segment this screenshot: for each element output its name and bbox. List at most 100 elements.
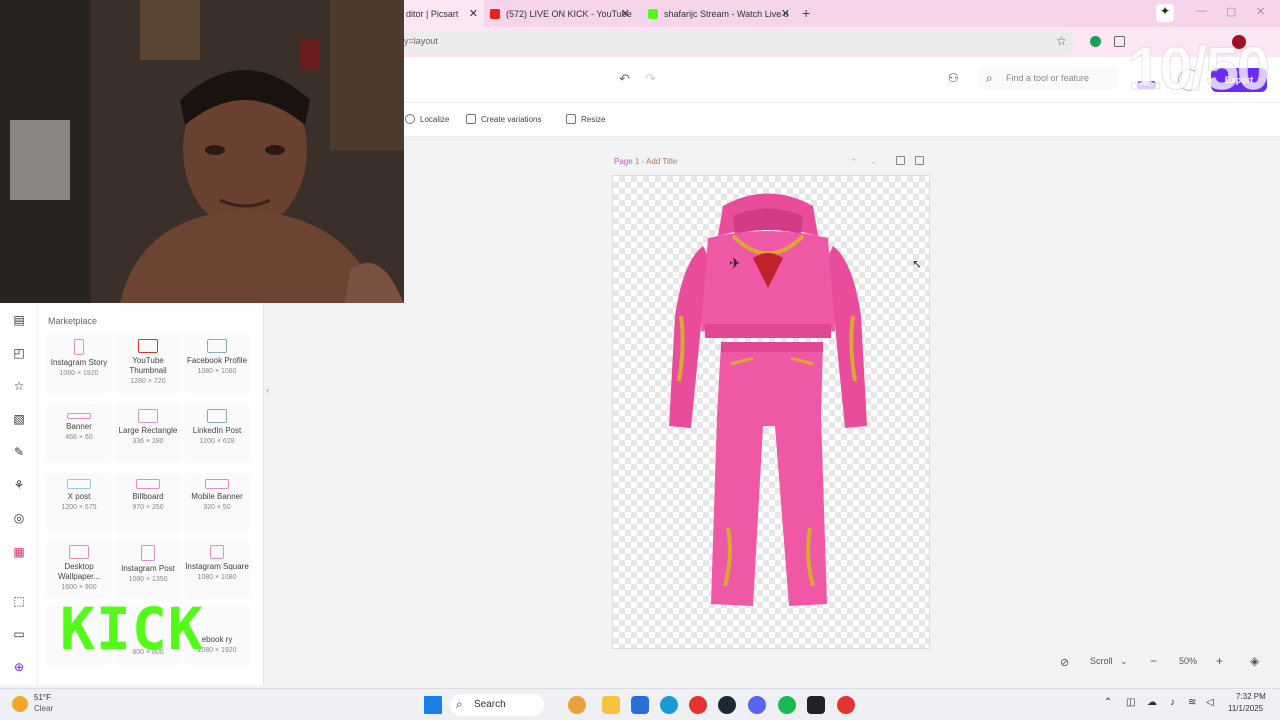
template-card[interactable]: Mobile Banner 320 × 50 (184, 473, 250, 533)
template-dimensions: 320 × 50 (203, 504, 231, 511)
app-icon[interactable] (807, 696, 825, 714)
extension-icon[interactable] (1114, 36, 1125, 47)
onedrive-icon[interactable]: ☁ (1147, 697, 1157, 708)
scroll-mode-select[interactable]: Scroll (1090, 656, 1113, 666)
start-icon[interactable] (424, 696, 442, 714)
template-dimensions: 1200 × 675 (61, 504, 97, 511)
chrome-icon[interactable] (837, 696, 855, 714)
page-number: Page 1 (614, 157, 640, 166)
counter-overlay: 10/50 (1127, 35, 1270, 103)
close-icon[interactable]: ✕ (469, 7, 478, 20)
tab-kick[interactable]: shafarijc Stream - Watch Live o ✕ (642, 0, 796, 27)
bookmark-star-icon[interactable]: ☆ (1056, 34, 1067, 48)
template-card[interactable]: Desktop Wallpaper... 1600 × 900 (46, 539, 112, 599)
template-card[interactable]: Banner 468 × 60 (46, 403, 112, 463)
template-card[interactable]: YouTube Thumbnail 1280 × 720 (115, 333, 181, 393)
template-dimensions: 1200 × 628 (199, 438, 235, 445)
undo-icon[interactable]: ↶ (619, 71, 630, 87)
hide-icon[interactable]: ⊘ (1060, 656, 1069, 669)
template-card[interactable]: Large Rectangle 336 × 280 (115, 403, 181, 463)
add-page-icon[interactable] (896, 156, 905, 165)
template-dimensions: 970 × 250 (132, 504, 164, 511)
redo-icon[interactable]: ↷ (645, 71, 656, 87)
taskbar-search-label: Search (474, 699, 506, 710)
template-card[interactable]: Instagram Story 1080 × 1920 (46, 333, 112, 393)
widgets-icon[interactable] (568, 696, 586, 714)
extension-icon[interactable] (1090, 36, 1101, 47)
chevron-down-icon[interactable]: ⌄ (1120, 656, 1128, 667)
add-title-placeholder[interactable]: - Add Title (642, 157, 678, 166)
chrome-icon[interactable] (689, 696, 707, 714)
page-title-bar[interactable]: Page 1 - Add Title (614, 157, 677, 166)
zoom-out-icon[interactable]: − (1150, 654, 1157, 668)
template-label: YouTube Thumbnail (129, 356, 167, 375)
chevron-up-icon[interactable]: ⌃ (850, 157, 858, 168)
template-card[interactable]: Instagram Square 1080 × 1080 (184, 539, 250, 599)
clock-time[interactable]: 7:32 PM (1236, 692, 1266, 701)
chevron-up-icon[interactable]: ⌃ (1104, 697, 1112, 708)
wifi-icon[interactable]: ≋ (1188, 697, 1196, 708)
template-card[interactable]: Facebook Profile 1080 × 1080 (184, 333, 250, 393)
uploads-icon[interactable]: ⬚ (11, 593, 27, 609)
elements-icon[interactable]: ⚘ (11, 477, 27, 493)
close-icon[interactable]: ✕ (781, 7, 790, 20)
collapse-panel-icon[interactable]: ‹ (266, 385, 269, 396)
folder-icon[interactable]: ▭ (11, 626, 27, 642)
create-variations-button[interactable]: Create variations (466, 114, 541, 124)
template-card[interactable]: Billboard 970 × 250 (115, 473, 181, 533)
tab-title: shafarijc Stream - Watch Live o (664, 8, 789, 19)
add-collaborator-icon[interactable]: ⚇ (948, 71, 959, 85)
taskbar-search[interactable]: ⌕ Search (450, 694, 544, 716)
kick-logo-overlay: KICK (60, 595, 204, 663)
tab-picsart[interactable]: ditor | Picsart ✕ (404, 0, 484, 27)
template-dimensions: 1080 × 1080 (197, 574, 237, 581)
template-thumb (210, 545, 224, 559)
address-bar[interactable]: y=layout ☆ (396, 31, 1076, 53)
sticker-icon[interactable]: ◰ (11, 345, 27, 361)
template-label: Instagram Story (50, 358, 108, 367)
weather-desc: Clear (34, 704, 54, 713)
template-label: X post (67, 492, 91, 501)
tracksuit-image[interactable]: ✈ (613, 176, 931, 650)
tab-youtube[interactable]: (572) LIVE ON KICK - YouTube ✕ (484, 0, 636, 27)
volume-icon[interactable]: ◁ (1206, 697, 1214, 708)
ai-sparkle-icon[interactable]: ✦ (1156, 4, 1174, 22)
template-card[interactable]: Instagram Post 1080 × 1350 (115, 539, 181, 599)
steam-icon[interactable] (718, 696, 736, 714)
zoom-level[interactable]: 50% (1179, 656, 1197, 666)
discord-icon[interactable] (748, 696, 766, 714)
star-icon[interactable]: ☆ (11, 378, 27, 394)
duplicate-page-icon[interactable] (915, 156, 924, 165)
new-tab-button[interactable]: + (802, 5, 810, 21)
weather-icon[interactable] (12, 696, 28, 712)
youtube-icon (490, 8, 500, 19)
background-icon[interactable]: ▧ (11, 411, 27, 427)
brand-kit-icon[interactable]: ◎ (11, 510, 27, 526)
maximize-icon[interactable]: ▢ (1226, 5, 1236, 18)
localize-button[interactable]: Localize (405, 114, 449, 124)
design-canvas[interactable]: ✈ (612, 175, 930, 649)
close-icon[interactable]: ✕ (621, 7, 630, 20)
panel-title: Marketplace (48, 316, 98, 326)
template-card[interactable]: LinkedIn Post 1200 × 628 (184, 403, 250, 463)
resize-button[interactable]: Resize (566, 114, 605, 124)
minimize-icon[interactable]: — (1196, 5, 1207, 17)
zoom-in-icon[interactable]: + (1216, 654, 1223, 668)
templates-icon[interactable]: ▤ (11, 312, 27, 328)
edge-icon[interactable] (660, 696, 678, 714)
network-icon[interactable]: ◫ (1126, 697, 1135, 708)
file-explorer-icon[interactable] (602, 696, 620, 714)
layers-icon[interactable]: ◈ (1250, 654, 1259, 668)
clock-date[interactable]: 11/1/2025 (1228, 704, 1263, 713)
tool-search-input[interactable]: ⌕ Find a tool or feature (978, 68, 1118, 90)
microphone-icon[interactable]: ♪ (1170, 697, 1175, 708)
marketplace-icon[interactable]: ▦ (11, 544, 27, 560)
template-card[interactable]: X post 1200 × 675 (46, 473, 112, 533)
chevron-down-icon[interactable]: ⌄ (870, 156, 878, 167)
spotify-icon[interactable] (778, 696, 796, 714)
close-window-icon[interactable]: ✕ (1256, 5, 1265, 18)
apps-icon[interactable]: ⊕ (11, 659, 27, 675)
brush-icon[interactable]: ✎ (11, 444, 27, 460)
store-icon[interactable] (631, 696, 649, 714)
template-dimensions: 1080 × 1920 (59, 370, 99, 377)
